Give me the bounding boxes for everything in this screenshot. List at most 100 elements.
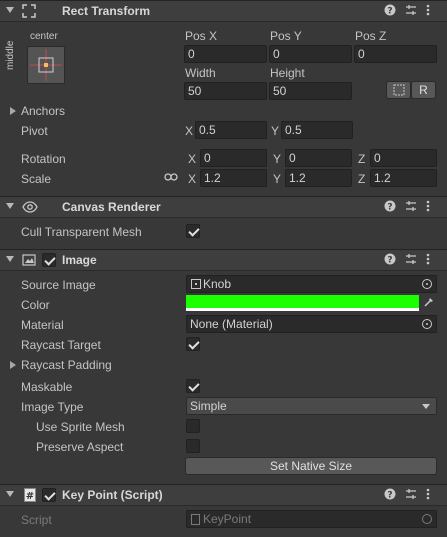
key-point-enabled-checkbox[interactable] bbox=[42, 488, 56, 502]
scale-y-label: Y bbox=[273, 172, 282, 186]
scale-z-label: Z bbox=[358, 172, 366, 186]
object-picker-icon bbox=[422, 514, 432, 524]
raycast-padding-expand-icon[interactable] bbox=[10, 361, 16, 369]
preserve-aspect-checkbox[interactable] bbox=[186, 439, 200, 453]
rect-transform-icon bbox=[22, 4, 36, 21]
presets-icon[interactable] bbox=[405, 253, 417, 268]
anchors-expand-icon[interactable] bbox=[10, 107, 16, 115]
pivot-x-field[interactable]: 0.5 bbox=[195, 121, 267, 139]
more-options-icon[interactable] bbox=[426, 253, 430, 268]
object-picker-icon[interactable] bbox=[422, 279, 432, 289]
script-value: KeyPoint bbox=[203, 512, 252, 526]
pos-y-field[interactable]: 0 bbox=[269, 45, 352, 63]
collapse-icon[interactable] bbox=[6, 256, 14, 262]
script-label: Script bbox=[21, 513, 52, 527]
rotation-label: Rotation bbox=[21, 152, 66, 166]
script-file-icon bbox=[191, 514, 200, 525]
use-sprite-mesh-checkbox[interactable] bbox=[186, 419, 200, 433]
more-options-icon[interactable] bbox=[426, 488, 430, 503]
anchors-label[interactable]: Anchors bbox=[21, 104, 65, 118]
pos-z-label: Pos Z bbox=[355, 29, 387, 43]
presets-icon[interactable] bbox=[405, 488, 417, 503]
component-title: Image bbox=[62, 253, 97, 267]
pivot-x-label: X bbox=[185, 124, 194, 138]
material-field[interactable]: None (Material) bbox=[186, 315, 437, 333]
material-label: Material bbox=[21, 318, 64, 332]
raw-edit-button[interactable]: R bbox=[411, 81, 436, 99]
svg-text:?: ? bbox=[387, 256, 392, 266]
source-image-label: Source Image bbox=[21, 278, 96, 292]
chevron-down-icon bbox=[422, 404, 430, 409]
svg-text:#: # bbox=[26, 491, 34, 502]
more-options-icon[interactable] bbox=[426, 200, 430, 215]
maskable-label: Maskable bbox=[21, 380, 73, 394]
scale-z-field[interactable]: 1.2 bbox=[370, 169, 437, 187]
source-image-field[interactable]: Knob bbox=[186, 275, 437, 293]
raycast-target-checkbox[interactable] bbox=[186, 337, 200, 351]
rect-transform-header[interactable]: Rect Transform ? bbox=[0, 0, 447, 22]
help-icon[interactable]: ? bbox=[384, 488, 396, 503]
more-options-icon[interactable] bbox=[426, 4, 430, 19]
presets-icon[interactable] bbox=[405, 200, 417, 215]
eyedropper-icon[interactable] bbox=[423, 296, 435, 311]
presets-icon[interactable] bbox=[405, 4, 417, 19]
use-sprite-mesh-label: Use Sprite Mesh bbox=[36, 420, 125, 434]
scale-x-field[interactable]: 1.2 bbox=[200, 169, 267, 187]
collapse-icon[interactable] bbox=[6, 491, 14, 497]
height-field[interactable]: 50 bbox=[269, 82, 352, 100]
set-native-size-button[interactable]: Set Native Size bbox=[185, 457, 437, 475]
image-header[interactable]: Image ? bbox=[0, 249, 447, 271]
rotation-x-field[interactable]: 0 bbox=[200, 149, 267, 167]
rotation-z-field[interactable]: 0 bbox=[370, 149, 437, 167]
pivot-y-field[interactable]: 0.5 bbox=[281, 121, 353, 139]
anchor-vertical-label: middle bbox=[5, 40, 16, 70]
image-type-label: Image Type bbox=[21, 400, 84, 414]
help-icon[interactable]: ? bbox=[384, 253, 396, 268]
rotation-x-label: X bbox=[188, 152, 197, 166]
anchor-preset-button[interactable] bbox=[27, 46, 65, 84]
blueprint-mode-button[interactable] bbox=[386, 81, 411, 99]
rotation-z-label: Z bbox=[358, 152, 366, 166]
source-image-value: Knob bbox=[203, 277, 232, 291]
key-point-header[interactable]: # Key Point (Script) ? bbox=[0, 484, 447, 506]
color-swatch[interactable] bbox=[186, 295, 419, 311]
help-icon[interactable]: ? bbox=[384, 200, 396, 215]
image-enabled-checkbox[interactable] bbox=[42, 253, 56, 267]
scale-y-field[interactable]: 1.2 bbox=[285, 169, 352, 187]
image-type-value: Simple bbox=[190, 399, 227, 413]
width-field[interactable]: 50 bbox=[184, 82, 267, 100]
link-icon[interactable] bbox=[164, 171, 178, 186]
collapse-icon[interactable] bbox=[6, 203, 14, 209]
rotation-y-field[interactable]: 0 bbox=[285, 149, 352, 167]
svg-text:?: ? bbox=[387, 203, 392, 213]
script-icon: # bbox=[24, 488, 36, 505]
color-label: Color bbox=[21, 298, 50, 312]
raycast-padding-label[interactable]: Raycast Padding bbox=[21, 358, 112, 372]
pos-y-label: Pos Y bbox=[270, 29, 302, 43]
width-label: Width bbox=[185, 66, 216, 80]
cull-transparent-mesh-checkbox[interactable] bbox=[186, 224, 200, 238]
script-field: KeyPoint bbox=[186, 510, 437, 528]
height-label: Height bbox=[270, 66, 305, 80]
material-value: None (Material) bbox=[190, 317, 273, 331]
rotation-y-label: Y bbox=[273, 152, 282, 166]
image-type-dropdown[interactable]: Simple bbox=[186, 397, 437, 415]
pos-x-field[interactable]: 0 bbox=[184, 45, 267, 63]
canvas-renderer-header[interactable]: Canvas Renderer ? bbox=[0, 196, 447, 218]
maskable-checkbox[interactable] bbox=[186, 379, 200, 393]
component-title: Key Point (Script) bbox=[62, 488, 163, 502]
pivot-y-label: Y bbox=[271, 124, 280, 138]
scale-label: Scale bbox=[21, 172, 52, 186]
object-picker-icon[interactable] bbox=[422, 319, 432, 329]
raycast-target-label: Raycast Target bbox=[21, 338, 101, 352]
pos-z-field[interactable]: 0 bbox=[354, 45, 437, 63]
help-icon[interactable]: ? bbox=[384, 4, 396, 19]
blueprint-icon bbox=[393, 84, 404, 96]
scale-x-label: X bbox=[188, 172, 197, 186]
collapse-icon[interactable] bbox=[6, 7, 14, 13]
eye-icon bbox=[22, 201, 38, 216]
pos-x-label: Pos X bbox=[185, 29, 218, 43]
svg-text:?: ? bbox=[387, 491, 392, 501]
svg-text:?: ? bbox=[387, 7, 392, 17]
pivot-label: Pivot bbox=[21, 124, 48, 138]
